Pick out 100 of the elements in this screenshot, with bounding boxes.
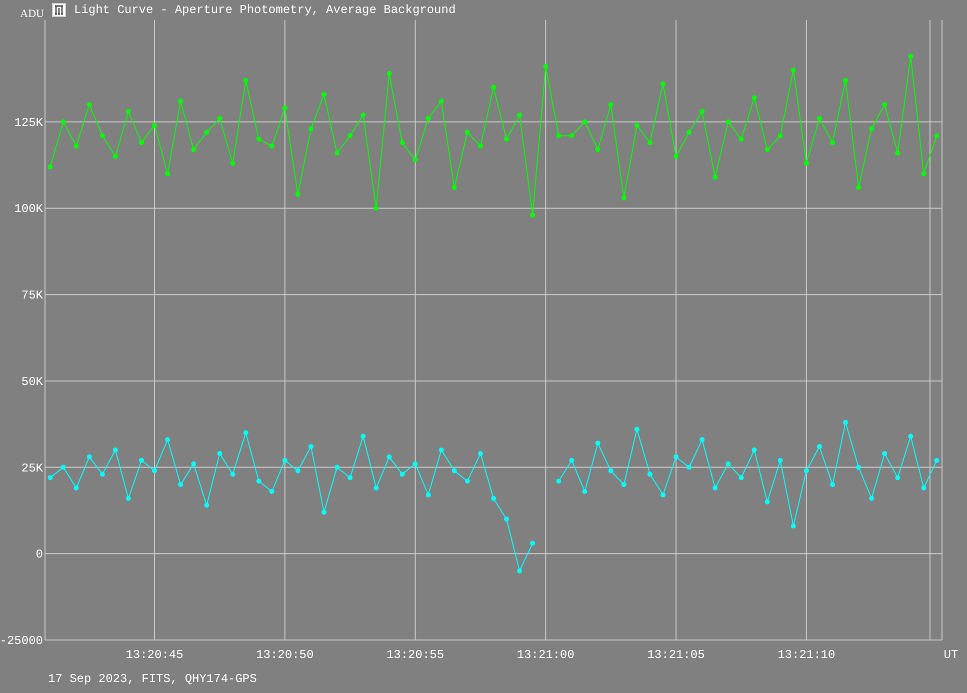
- data-point: [478, 450, 483, 456]
- data-point: [752, 448, 757, 453]
- data-point: [178, 482, 184, 488]
- data-point: [438, 448, 444, 453]
- tick-label: 13:20:55: [386, 648, 444, 662]
- data-point: [569, 133, 574, 138]
- data-point: [882, 102, 888, 108]
- data-point: [412, 157, 418, 162]
- data-point: [869, 496, 874, 501]
- data-point: [804, 468, 809, 474]
- data-point: [595, 440, 600, 446]
- tick-label: 0: [36, 548, 43, 562]
- data-point: [452, 468, 457, 474]
- data-point: [152, 122, 158, 128]
- data-point: [843, 78, 848, 83]
- data-point: [491, 84, 496, 90]
- tick-label: 13:20:45: [126, 648, 184, 662]
- data-point: [700, 109, 705, 114]
- data-point: [556, 133, 562, 138]
- data-point: [621, 482, 626, 488]
- data-point: [295, 468, 300, 474]
- axis-label: UT: [944, 648, 958, 662]
- tick-label: 13:21:00: [516, 648, 574, 662]
- data-point: [778, 133, 783, 138]
- data-point: [308, 126, 314, 132]
- data-point: [595, 147, 600, 152]
- data-point: [790, 524, 796, 529]
- data-point: [126, 109, 131, 114]
- app-icon: [52, 3, 66, 17]
- data-point: [178, 98, 184, 104]
- data-point: [608, 468, 614, 474]
- data-point: [686, 130, 692, 135]
- data-point: [86, 102, 92, 108]
- data-point: [165, 171, 170, 176]
- data-point: [752, 95, 757, 100]
- tick-label: 75K: [21, 288, 43, 303]
- data-point: [895, 475, 900, 480]
- data-point: [374, 206, 379, 211]
- data-point: [517, 112, 522, 118]
- data-point: [764, 147, 770, 152]
- data-point: [217, 450, 222, 456]
- data-point: [530, 540, 536, 546]
- data-point: [830, 482, 835, 488]
- data-point: [152, 468, 158, 474]
- data-point: [908, 434, 914, 439]
- data-point: [412, 461, 418, 466]
- data-point: [504, 136, 510, 142]
- data-point: [726, 461, 731, 466]
- data-point: [48, 164, 53, 170]
- data-point: [191, 461, 196, 466]
- data-point: [543, 64, 548, 70]
- data-point: [282, 458, 288, 463]
- data-point: [726, 119, 731, 124]
- tick-label: 25K: [21, 461, 43, 476]
- data-point: [921, 171, 926, 176]
- data-point: [464, 130, 470, 135]
- data-point: [712, 174, 718, 180]
- data-point: [660, 492, 666, 498]
- data-point: [74, 486, 79, 491]
- data-point: [112, 154, 118, 159]
- data-point: [256, 136, 262, 142]
- data-point: [348, 133, 353, 138]
- data-point: [322, 510, 326, 515]
- data-point: [165, 437, 170, 442]
- data-point: [895, 150, 900, 156]
- data-point: [621, 195, 626, 200]
- data-point: [204, 130, 210, 135]
- data-point: [112, 448, 118, 453]
- data-point: [674, 454, 679, 460]
- data-point: [517, 568, 522, 574]
- data-point: [556, 478, 562, 484]
- tick-label: 50K: [21, 374, 43, 389]
- tick-label: -25000: [0, 634, 43, 648]
- data-point: [843, 420, 848, 425]
- data-point: [882, 450, 888, 456]
- tick-label: 125K: [14, 116, 43, 130]
- data-point: [230, 160, 236, 166]
- data-point: [243, 430, 248, 436]
- data-point: [647, 472, 652, 477]
- data-point: [322, 92, 326, 97]
- data-point: [438, 98, 444, 104]
- data-point: [647, 140, 652, 146]
- data-point: [126, 496, 131, 501]
- data-point: [764, 499, 770, 504]
- data-point: [869, 126, 874, 132]
- data-point: [478, 144, 483, 149]
- data-point: [934, 133, 940, 138]
- data-point: [830, 140, 835, 146]
- data-point: [360, 112, 366, 118]
- data-point: [582, 488, 588, 494]
- data-point: [400, 140, 405, 146]
- data-point: [712, 486, 718, 491]
- data-point: [48, 475, 53, 480]
- data-point: [452, 185, 457, 190]
- data-point: [243, 78, 248, 83]
- data-point: [686, 464, 692, 470]
- data-point: [100, 133, 105, 138]
- data-point: [856, 464, 862, 470]
- tick-label: 13:20:50: [256, 648, 314, 662]
- data-point: [348, 475, 353, 480]
